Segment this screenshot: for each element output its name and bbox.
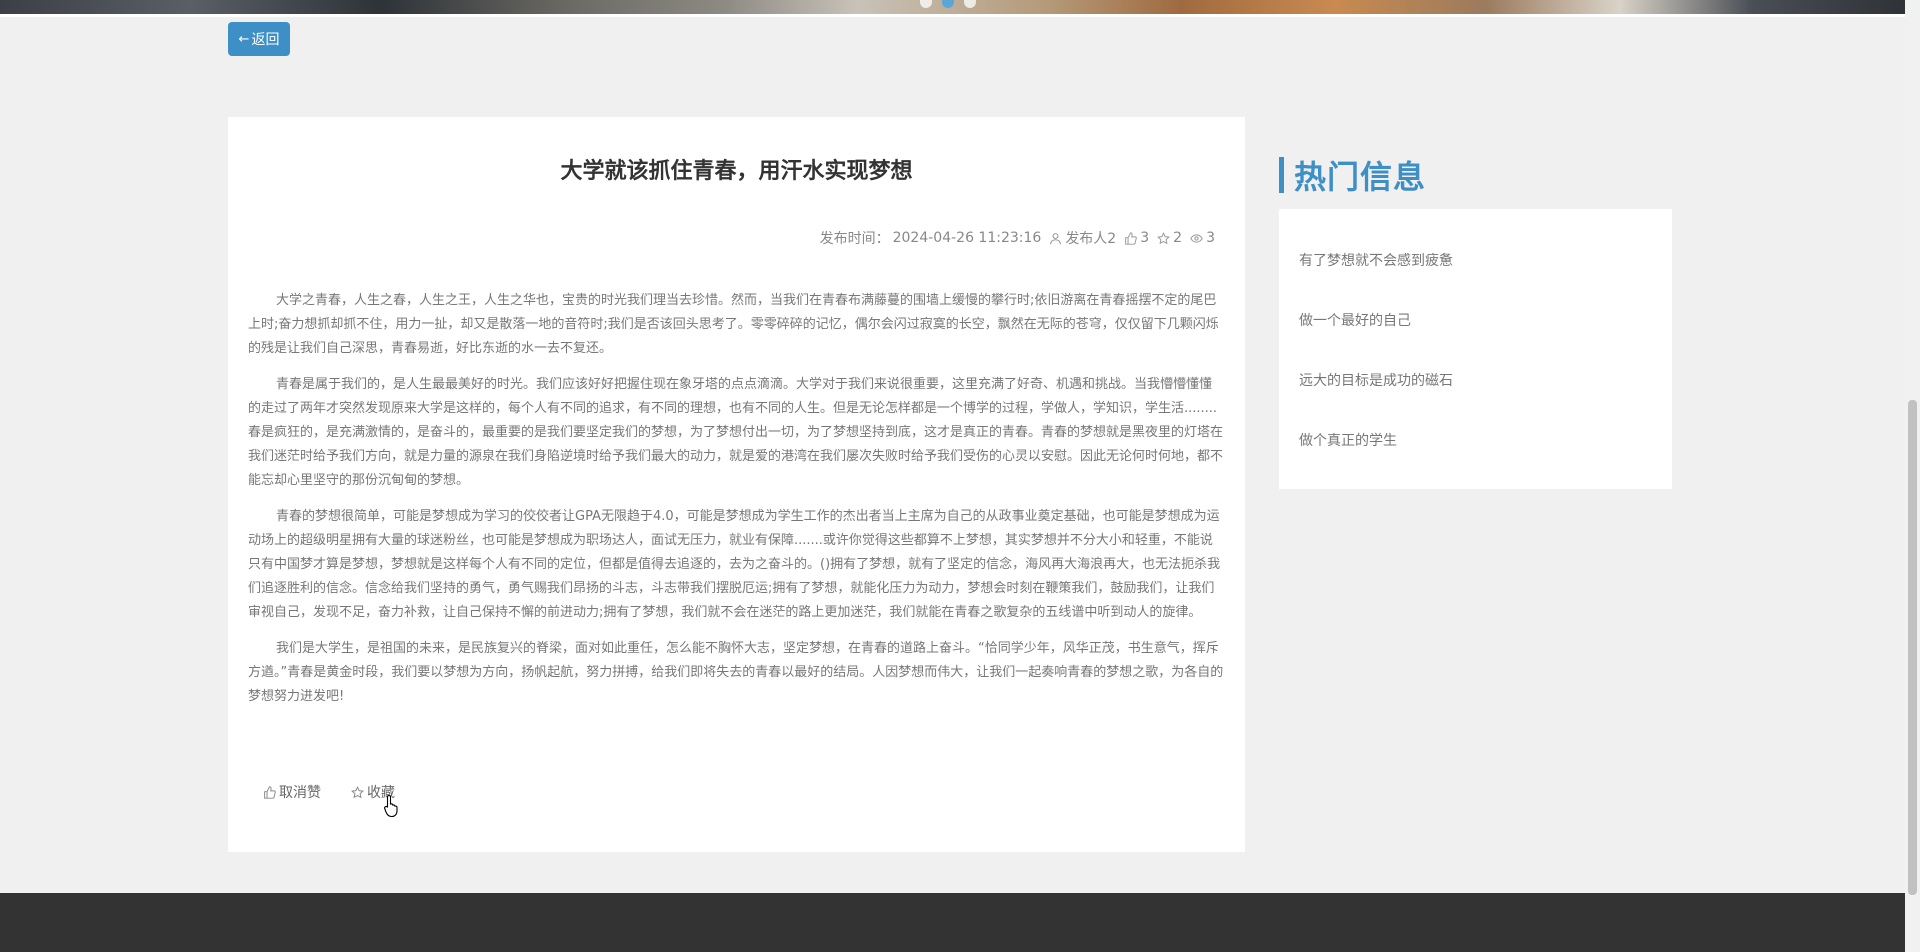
unlike-button-label: 取消赞	[279, 785, 321, 801]
publish-time-value: 2024-04-26 11:23:16	[892, 230, 1042, 246]
article-paragraph: 青春的梦想很简单，可能是梦想成为学习的佼佼者让GPA无限趋于4.0，可能是梦想成…	[248, 509, 1221, 620]
star-icon	[1157, 231, 1171, 244]
carousel-dot[interactable]	[920, 0, 932, 8]
author: 发布人2	[1049, 228, 1116, 248]
like-count-value: 3	[1140, 230, 1150, 246]
thumbs-up-icon	[1125, 231, 1138, 245]
unlike-button[interactable]: 取消赞	[263, 782, 321, 802]
article-paragraph: 我们是大学生，是祖国的未来，是民族复兴的脊梁，面对如此重任，怎么能不胸怀大志，坚…	[248, 641, 1224, 704]
hot-info-item[interactable]: 做一个最好的自己	[1299, 310, 1411, 330]
carousel-dots[interactable]	[920, 0, 976, 8]
publish-time: 发布时间： 2024-04-26 11:23:16	[820, 228, 1042, 248]
article-title: 大学就该抓住青春，用汗水实现梦想	[560, 159, 913, 184]
article-meta: 发布时间： 2024-04-26 11:23:16 发布人2 3 2 3	[820, 228, 1215, 248]
thumbs-up-icon	[264, 785, 276, 799]
view-count: 3	[1190, 230, 1215, 246]
page-footer	[0, 893, 1905, 952]
like-count: 3	[1124, 230, 1149, 246]
article-paragraph: 青春是属于我们的，是人生最最美好的时光。我们应该好好把握住现在象牙塔的点点滴滴。…	[248, 377, 1224, 488]
scrollbar-thumb[interactable]	[1908, 400, 1917, 895]
publish-time-label: 发布时间：	[819, 231, 890, 247]
star-icon	[351, 785, 364, 798]
mouse-cursor-icon	[384, 794, 398, 818]
top-banner-image	[0, 0, 1905, 17]
carousel-dot[interactable]	[964, 0, 976, 8]
arrow-left-icon: ←	[238, 31, 250, 47]
carousel-dot-active[interactable]	[942, 0, 954, 8]
back-button-label: 返回	[251, 32, 280, 48]
eye-icon	[1190, 233, 1203, 243]
user-icon	[1050, 232, 1062, 244]
back-button[interactable]: ← 返回	[228, 22, 290, 56]
article-card: 大学就该抓住青春，用汗水实现梦想 发布时间： 2024-04-26 11:23:…	[228, 117, 1245, 852]
heading-accent-bar	[1279, 157, 1284, 193]
favorite-count: 2	[1157, 230, 1182, 246]
article-content: 大学之青春，人生之春，人生之王，人生之华也，宝贵的时光我们理当去珍惜。然而，当我…	[248, 289, 1224, 721]
hot-info-item[interactable]: 做个真正的学生	[1299, 430, 1397, 450]
hot-info-panel: 有了梦想就不会感到疲惫 做一个最好的自己 远大的目标是成功的磁石 做个真正的学生	[1279, 209, 1672, 489]
hot-info-heading: 热门信息	[1279, 152, 1426, 198]
hot-info-item[interactable]: 远大的目标是成功的磁石	[1299, 370, 1453, 390]
article-actions: 取消赞 收藏	[263, 782, 395, 802]
view-count-value: 3	[1206, 230, 1215, 246]
article-paragraph: 大学之青春，人生之春，人生之王，人生之华也，宝贵的时光我们理当去珍惜。然而，当我…	[248, 293, 1219, 356]
hot-info-title: 热门信息	[1294, 158, 1427, 196]
author-name: 发布人2	[1065, 231, 1117, 247]
page-scrollbar[interactable]	[1905, 0, 1920, 952]
favorite-count-value: 2	[1173, 230, 1183, 246]
hot-info-item[interactable]: 有了梦想就不会感到疲惫	[1299, 250, 1453, 270]
